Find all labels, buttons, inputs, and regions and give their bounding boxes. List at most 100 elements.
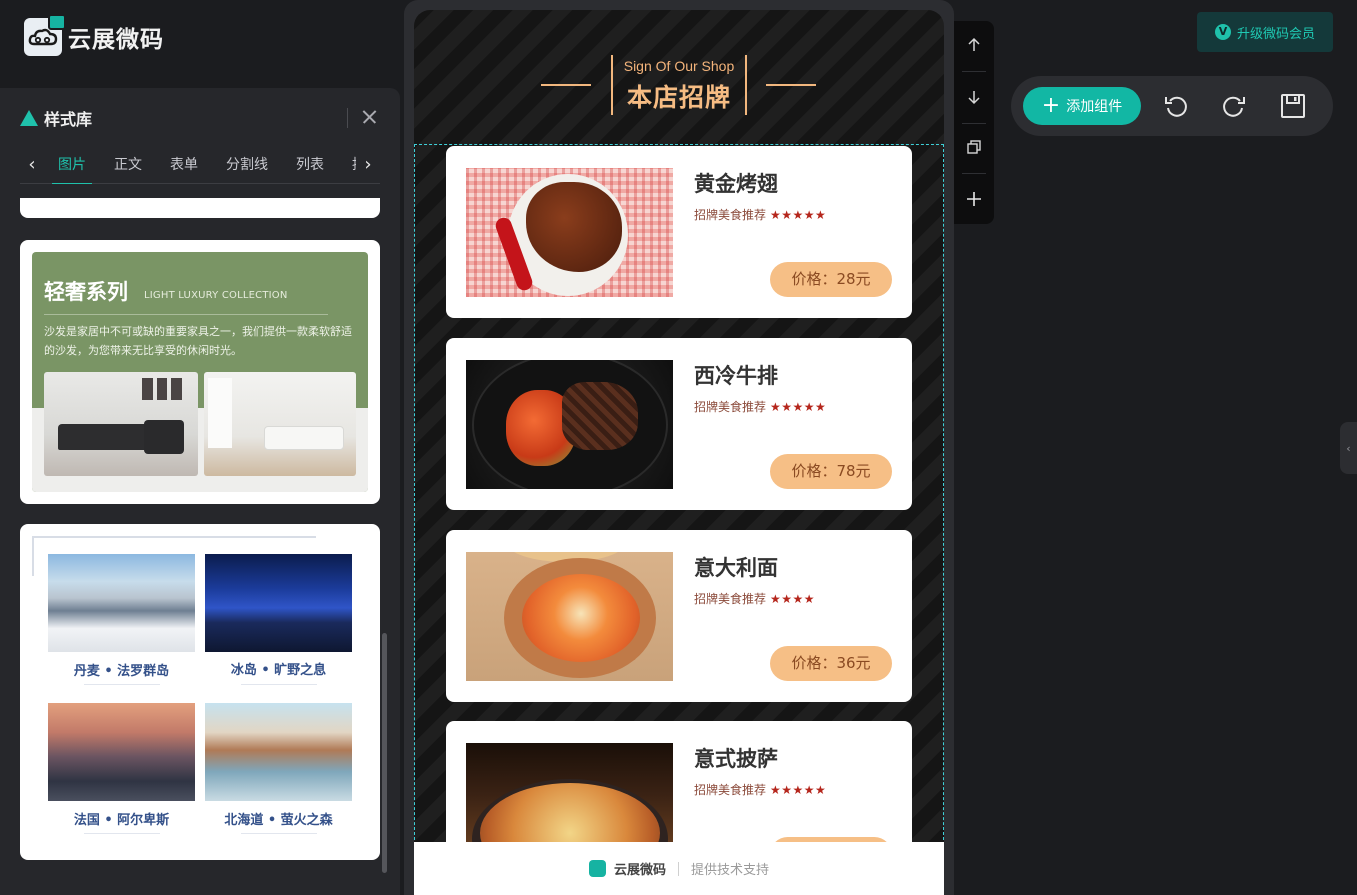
caption-underline bbox=[84, 833, 160, 834]
chevron-left-icon[interactable]: ‹ bbox=[20, 150, 44, 180]
undo-icon[interactable] bbox=[1162, 92, 1190, 120]
photo-caption: 丹麦 • 法罗群岛 bbox=[73, 664, 170, 679]
add-component-button[interactable]: + 添加组件 bbox=[1023, 87, 1141, 125]
photo-caption: 北海道 • 萤火之森 bbox=[224, 813, 333, 828]
sign-header[interactable]: Sign Of Our Shop 本店招牌 bbox=[414, 10, 944, 146]
toolbar-divider bbox=[962, 123, 986, 124]
photo-snow-mountain bbox=[48, 554, 195, 652]
arrow-down-icon[interactable] bbox=[962, 85, 986, 109]
upgrade-label: 升级微码会员 bbox=[1236, 26, 1315, 42]
toolbar-divider bbox=[962, 173, 986, 174]
arrow-up-icon[interactable] bbox=[962, 33, 986, 57]
upgrade-member-button[interactable]: V 升级微码会员 bbox=[1197, 12, 1333, 52]
wings-image bbox=[466, 168, 673, 297]
vip-icon: V bbox=[1214, 24, 1231, 40]
style-library-panel: 样式库 ‹ 图片正文表单分割线列表按 › 轻奢系列 LIGHT LUXURY C… bbox=[0, 88, 400, 895]
luxury-banner: 轻奢系列 LIGHT LUXURY COLLECTION 沙发是家居中不可或缺的… bbox=[32, 252, 368, 492]
tab-0[interactable]: 图片 bbox=[44, 146, 100, 184]
phone-preview: Sign Of Our Shop 本店招牌 黄金烤翅 招牌美食推荐 ★★★★★ 价… bbox=[414, 10, 944, 895]
dish-name: 意大利面 bbox=[694, 556, 778, 580]
tab-3[interactable]: 分割线 bbox=[212, 146, 282, 184]
photo-caption: 冰岛 • 旷野之息 bbox=[230, 663, 327, 678]
panel-scrollbar[interactable] bbox=[382, 633, 387, 873]
steak-shape bbox=[562, 382, 638, 450]
style-list: 轻奢系列 LIGHT LUXURY COLLECTION 沙发是家居中不可或缺的… bbox=[20, 198, 380, 895]
caption-underline bbox=[84, 684, 160, 685]
photo-coast-rocks bbox=[205, 703, 352, 801]
redo-icon[interactable] bbox=[1220, 92, 1248, 120]
photo-night-sky bbox=[205, 554, 352, 652]
sign-line-left bbox=[541, 84, 591, 86]
footer-divider bbox=[678, 861, 679, 876]
tabs-list: 图片正文表单分割线列表按 bbox=[44, 146, 356, 184]
footer-brand: 云展微码 bbox=[613, 863, 666, 878]
sign-chinese-title: 本店招牌 bbox=[626, 83, 731, 112]
rating-stars: ★★★★ bbox=[770, 592, 816, 606]
menu-item-card[interactable]: 西冷牛排 招牌美食推荐 ★★★★★ 价格：78元 bbox=[446, 338, 912, 510]
right-panel-toggle[interactable]: ‹ bbox=[1340, 422, 1357, 474]
logo-cloud-icon bbox=[24, 14, 66, 56]
qr-badge-icon bbox=[48, 14, 66, 30]
rating-stars: ★★★★★ bbox=[770, 400, 827, 414]
rating-stars: ★★★★★ bbox=[770, 783, 827, 797]
sign-title-box: Sign Of Our Shop 本店招牌 bbox=[611, 55, 747, 115]
dish-name: 西冷牛排 bbox=[694, 364, 778, 388]
brand-name: 云展微码 bbox=[68, 27, 164, 53]
luxury-divider bbox=[44, 314, 328, 315]
window-shape bbox=[208, 378, 232, 448]
pasta-shape bbox=[522, 574, 640, 662]
style-card-luxury[interactable]: 轻奢系列 LIGHT LUXURY COLLECTION 沙发是家居中不可或缺的… bbox=[20, 240, 380, 504]
save-icon[interactable] bbox=[1279, 92, 1307, 120]
sign-line-right bbox=[766, 84, 816, 86]
dish-tag-text: 招牌美食推荐 bbox=[694, 783, 767, 797]
luxury-subtitle: LIGHT LUXURY COLLECTION bbox=[144, 290, 288, 301]
steak-image bbox=[466, 360, 673, 489]
dish-tag-text: 招牌美食推荐 bbox=[694, 400, 767, 414]
plus-icon[interactable] bbox=[962, 187, 986, 211]
close-icon[interactable] bbox=[358, 106, 380, 128]
price-button[interactable]: 价格：28元 bbox=[770, 262, 892, 297]
style-card-travel-photos[interactable]: 丹麦 • 法罗群岛 冰岛 • 旷野之息 法国 • 阿尔卑斯 北海道 • 萤火之森 bbox=[20, 524, 380, 860]
caption-underline bbox=[241, 833, 317, 834]
wall-frames bbox=[142, 378, 183, 400]
style-card-partial[interactable] bbox=[20, 198, 380, 218]
triangle-logo-icon bbox=[20, 110, 38, 126]
price-button[interactable]: 价格：36元 bbox=[770, 646, 892, 681]
menu-item-card[interactable]: 黄金烤翅 招牌美食推荐 ★★★★★ 价格：28元 bbox=[446, 146, 912, 318]
app-logo[interactable]: 云展微码 bbox=[24, 14, 164, 56]
sofa-white-image bbox=[204, 372, 356, 476]
dish-tag-text: 招牌美食推荐 bbox=[694, 592, 767, 606]
toolbar-divider bbox=[962, 71, 986, 72]
component-toolbar bbox=[954, 21, 994, 224]
tab-5[interactable]: 按 bbox=[338, 146, 356, 184]
editor-action-bar: + 添加组件 bbox=[1011, 76, 1333, 136]
sign-english-title: Sign Of Our Shop bbox=[623, 58, 735, 74]
sofa-shape bbox=[58, 420, 184, 454]
menu-item-card[interactable]: 意大利面 招牌美食推荐 ★★★★ 价格：36元 bbox=[446, 530, 912, 702]
rating-stars: ★★★★★ bbox=[770, 208, 827, 222]
copy-icon[interactable] bbox=[962, 135, 986, 159]
dish-name: 黄金烤翅 bbox=[694, 172, 778, 196]
dish-tag: 招牌美食推荐 ★★★★★ bbox=[694, 206, 826, 223]
preview-footer: 云展微码 提供技术支持 bbox=[414, 842, 944, 895]
dish-tag: 招牌美食推荐 ★★★★★ bbox=[694, 781, 826, 798]
tab-1[interactable]: 正文 bbox=[100, 146, 156, 184]
dish-name: 意式披萨 bbox=[694, 747, 778, 771]
price-button[interactable]: 价格：78元 bbox=[770, 454, 892, 489]
luxury-description: 沙发是家居中不可或缺的重要家具之一，我们提供一款柔软舒适的沙发，为您带来无比享受… bbox=[44, 325, 352, 357]
dish-tag: 招牌美食推荐 ★★★★★ bbox=[694, 398, 826, 415]
photo-caption: 法国 • 阿尔卑斯 bbox=[73, 813, 170, 828]
header-divider bbox=[347, 108, 348, 128]
panel-title: 样式库 bbox=[44, 110, 93, 129]
luxury-title: 轻奢系列 bbox=[44, 280, 128, 304]
chevron-right-icon[interactable]: › bbox=[356, 150, 380, 180]
add-component-label: 添加组件 bbox=[1066, 99, 1123, 115]
panel-header: 样式库 bbox=[20, 106, 380, 130]
tab-4[interactable]: 列表 bbox=[282, 146, 338, 184]
footer-support-text: 提供技术支持 bbox=[691, 863, 770, 878]
category-tabs: ‹ 图片正文表单分割线列表按 › bbox=[20, 146, 380, 184]
photo-alps-sunset bbox=[48, 703, 195, 801]
caption-underline bbox=[241, 684, 317, 685]
dish-tag-text: 招牌美食推荐 bbox=[694, 208, 767, 222]
tab-2[interactable]: 表单 bbox=[156, 146, 212, 184]
